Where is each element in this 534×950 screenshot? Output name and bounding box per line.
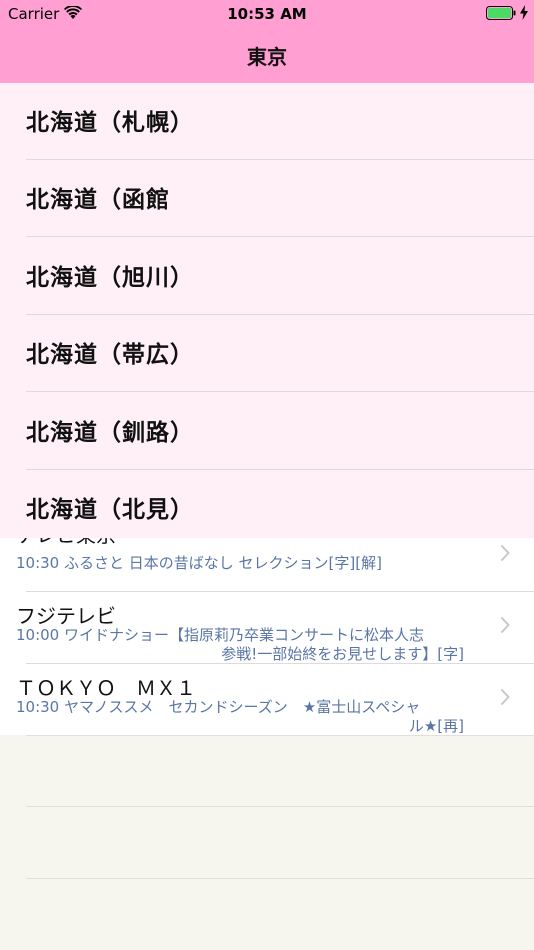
channel-name: テレビ東京 <box>16 538 116 548</box>
region-option[interactable]: 北海道（旭川） <box>0 238 534 315</box>
program-title-cont: 参戦!一部始終をお見せします】[字] <box>221 645 464 663</box>
empty-list-area <box>0 735 534 950</box>
region-label: 北海道（札幌） <box>26 110 194 136</box>
region-option[interactable]: 北海道（函館 <box>0 160 534 237</box>
row-divider <box>26 806 534 807</box>
program-list: テレビ東京 10:30 ふるさと 日本の昔ばなし セレクション[字][解] フジ… <box>0 538 534 735</box>
status-bar: Carrier 10:53 AM <box>0 0 534 28</box>
navigation-bar: 東京 <box>0 28 534 83</box>
program-row[interactable]: ＴＯＫＹＯ ＭＸ１ 10:30 ヤマノススメ セカンドシーズン ★富士山スペシャ… <box>0 664 534 735</box>
page-title[interactable]: 東京 <box>247 41 287 70</box>
region-label: 北海道（釧路） <box>26 420 194 446</box>
region-dropdown: 北海道（札幌） 北海道（函館 北海道（旭川） 北海道（帯広） 北海道（釧路） 北… <box>0 83 534 538</box>
region-option[interactable]: 北海道（北見） <box>0 470 534 538</box>
region-option[interactable]: 北海道（釧路） <box>0 393 534 470</box>
option-divider <box>26 391 534 392</box>
region-option[interactable]: 北海道（帯広） <box>0 315 534 392</box>
chevron-right-icon <box>500 616 510 634</box>
charge-icon <box>520 5 528 20</box>
battery-icon <box>486 6 516 20</box>
row-divider <box>26 735 534 736</box>
program-row[interactable]: フジテレビ 10:00 ワイドナショー【指原莉乃卒業コンサートに松本人志 参戦!… <box>0 592 534 664</box>
program-title: 10:30 ヤマノススメ セカンドシーズン ★富士山スペシャ <box>16 698 421 716</box>
region-label: 北海道（北見） <box>26 497 194 523</box>
region-label: 北海道（函館 <box>26 187 170 213</box>
row-divider <box>26 878 534 879</box>
region-option[interactable]: 北海道（札幌） <box>0 83 534 160</box>
region-label: 北海道（帯広） <box>26 342 194 368</box>
chevron-right-icon <box>500 688 510 706</box>
chevron-right-icon <box>500 544 510 562</box>
channel-name: ＴＯＫＹＯ ＭＸ１ <box>16 676 196 700</box>
program-title-cont: ル★[再] <box>408 717 464 735</box>
program-title: 10:30 ふるさと 日本の昔ばなし セレクション[字][解] <box>16 554 382 572</box>
program-row[interactable]: テレビ東京 10:30 ふるさと 日本の昔ばなし セレクション[字][解] <box>0 538 534 592</box>
option-divider <box>26 236 534 237</box>
region-label: 北海道（旭川） <box>26 265 194 291</box>
clock: 10:53 AM <box>227 5 307 23</box>
channel-name: フジテレビ <box>16 604 116 628</box>
program-title: 10:00 ワイドナショー【指原莉乃卒業コンサートに松本人志 <box>16 626 424 644</box>
